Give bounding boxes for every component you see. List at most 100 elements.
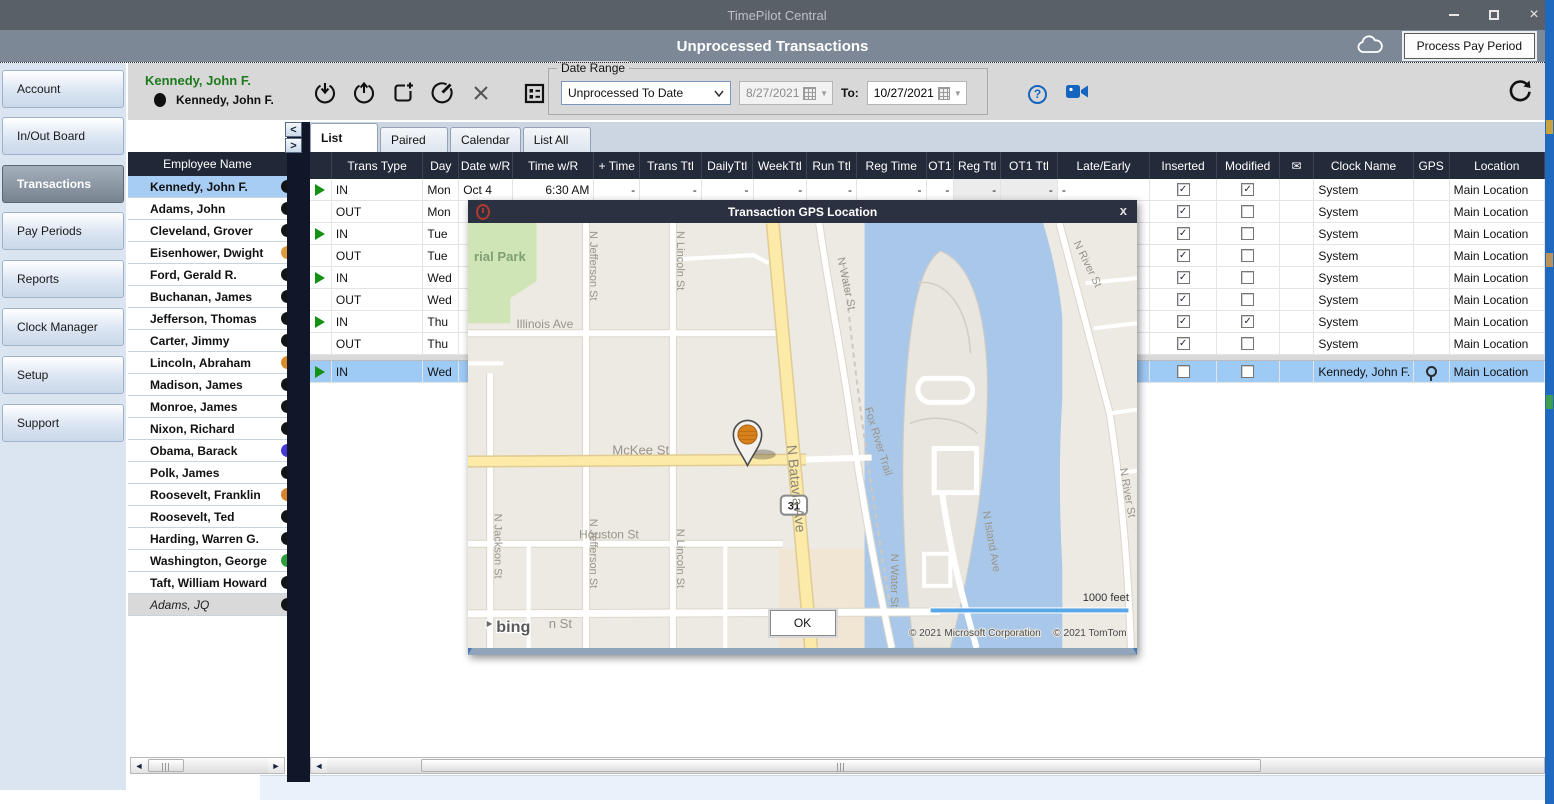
- column-header[interactable]: Reg Ttl: [954, 152, 1001, 179]
- date-to-field[interactable]: 10/27/2021 ▼: [867, 81, 967, 105]
- tab-list[interactable]: List: [310, 123, 378, 152]
- inserted-checkbox[interactable]: ✓: [1177, 249, 1190, 262]
- column-header[interactable]: Late/Early: [1058, 152, 1150, 179]
- employee-row[interactable]: Taft, William Howard: [128, 572, 287, 594]
- inserted-checkbox[interactable]: ✓: [1177, 271, 1190, 284]
- table-row[interactable]: INMonOct 46:30 AM----------✓✓SystemMain …: [310, 179, 1545, 201]
- column-header[interactable]: Trans Ttl: [640, 152, 702, 179]
- delete-transaction-icon[interactable]: [469, 81, 493, 105]
- tab-paired[interactable]: Paired: [380, 127, 448, 152]
- minimize-icon[interactable]: [1446, 7, 1462, 23]
- map[interactable]: 31 rial ParkIllinois AveMcKee StHouston …: [468, 223, 1137, 648]
- modified-checkbox[interactable]: [1241, 293, 1254, 306]
- modified-checkbox[interactable]: ✓: [1241, 183, 1254, 196]
- employee-row[interactable]: Ford, Gerald R.: [128, 264, 287, 286]
- column-header[interactable]: Location: [1450, 152, 1545, 179]
- maximize-icon[interactable]: [1486, 7, 1502, 23]
- column-header[interactable]: Day: [423, 152, 459, 179]
- add-transaction-icon[interactable]: [391, 81, 415, 105]
- sidebar-item-pay-periods[interactable]: Pay Periods: [2, 212, 124, 250]
- employee-list-scrollbar[interactable]: ◄ ►: [130, 757, 285, 774]
- employee-row[interactable]: Obama, Barack: [128, 440, 287, 462]
- inserted-checkbox[interactable]: ✓: [1177, 337, 1190, 350]
- tab-list-all[interactable]: List All: [523, 127, 591, 152]
- edit-transaction-icon[interactable]: [430, 81, 454, 105]
- modified-checkbox[interactable]: [1241, 205, 1254, 218]
- modified-checkbox[interactable]: ✓: [1241, 315, 1254, 328]
- column-header[interactable]: Modified: [1217, 152, 1280, 179]
- clock-in-icon[interactable]: [313, 81, 337, 105]
- column-header[interactable]: [310, 152, 332, 179]
- modified-checkbox[interactable]: [1241, 271, 1254, 284]
- employee-row[interactable]: Eisenhower, Dwight: [128, 242, 287, 264]
- column-header[interactable]: + Time: [594, 152, 640, 179]
- column-header[interactable]: Inserted: [1150, 152, 1217, 179]
- employee-row[interactable]: Carter, Jimmy: [128, 330, 287, 352]
- employee-row[interactable]: Roosevelt, Ted: [128, 506, 287, 528]
- help-icon[interactable]: ?: [1028, 85, 1047, 104]
- date-from-field[interactable]: 8/27/2021 ▼: [739, 81, 833, 105]
- sidebar-item-reports[interactable]: Reports: [2, 260, 124, 298]
- column-header[interactable]: OT1: [927, 152, 955, 179]
- transaction-details-icon[interactable]: [522, 81, 546, 105]
- employee-row[interactable]: Madison, James: [128, 374, 287, 396]
- table-scrollbar[interactable]: ◄: [310, 757, 1545, 774]
- column-header[interactable]: Reg Time: [857, 152, 927, 179]
- modified-checkbox[interactable]: [1241, 337, 1254, 350]
- inserted-checkbox[interactable]: ✓: [1177, 205, 1190, 218]
- employee-row[interactable]: Lincoln, Abraham: [128, 352, 287, 374]
- employee-row[interactable]: Jefferson, Thomas: [128, 308, 287, 330]
- employee-row[interactable]: Polk, James: [128, 462, 287, 484]
- cloud-icon[interactable]: [1355, 34, 1385, 63]
- sidebar-item-in-out-board[interactable]: In/Out Board: [2, 117, 124, 155]
- dialog-close-icon[interactable]: x: [1120, 203, 1127, 218]
- sidebar-item-support[interactable]: Support: [2, 404, 124, 442]
- modified-checkbox[interactable]: [1241, 227, 1254, 240]
- column-header[interactable]: DailyTtl: [702, 152, 754, 179]
- column-header[interactable]: Time w/R: [513, 152, 595, 179]
- refresh-icon[interactable]: [1507, 79, 1533, 110]
- column-header[interactable]: Run Ttl: [807, 152, 857, 179]
- column-header[interactable]: Clock Name: [1314, 152, 1413, 179]
- column-header-mail-icon[interactable]: ✉: [1280, 152, 1315, 179]
- sidebar-item-clock-manager[interactable]: Clock Manager: [2, 308, 124, 346]
- employee-row[interactable]: Cleveland, Grover: [128, 220, 287, 242]
- inserted-checkbox[interactable]: [1177, 365, 1190, 378]
- employee-row[interactable]: Roosevelt, Franklin: [128, 484, 287, 506]
- employee-row[interactable]: Nixon, Richard: [128, 418, 287, 440]
- clock-out-icon[interactable]: [352, 81, 376, 105]
- employee-row[interactable]: Harding, Warren G.: [128, 528, 287, 550]
- date-range-preset-select[interactable]: Unprocessed To Date: [561, 81, 731, 105]
- scroll-left-icon[interactable]: ◄: [131, 758, 147, 773]
- close-icon[interactable]: ×: [1526, 7, 1542, 23]
- video-camera-icon[interactable]: [1065, 83, 1089, 105]
- inserted-checkbox[interactable]: ✓: [1177, 227, 1190, 240]
- employee-row[interactable]: Washington, George: [128, 550, 287, 572]
- inserted-checkbox[interactable]: ✓: [1177, 315, 1190, 328]
- sidebar-item-account[interactable]: Account: [2, 70, 124, 108]
- modified-checkbox[interactable]: [1241, 365, 1254, 378]
- ok-button[interactable]: OK: [770, 610, 836, 636]
- scroll-right-icon[interactable]: ►: [268, 758, 284, 773]
- inserted-checkbox[interactable]: ✓: [1177, 183, 1190, 196]
- employee-row[interactable]: Adams, JQ: [128, 594, 287, 616]
- inserted-checkbox[interactable]: ✓: [1177, 293, 1190, 306]
- process-pay-period-button[interactable]: Process Pay Period: [1404, 33, 1535, 59]
- expand-right-icon[interactable]: >: [285, 138, 302, 153]
- collapse-left-icon[interactable]: <: [285, 122, 302, 137]
- column-header[interactable]: OT1 Ttl: [1001, 152, 1058, 179]
- employee-row[interactable]: Adams, John: [128, 198, 287, 220]
- employee-row[interactable]: Kennedy, John F.: [128, 176, 287, 198]
- employee-row[interactable]: Monroe, James: [128, 396, 287, 418]
- column-header[interactable]: Trans Type: [332, 152, 423, 179]
- sidebar-item-transactions[interactable]: Transactions: [2, 165, 124, 203]
- column-header[interactable]: WeekTtl: [753, 152, 807, 179]
- employee-row[interactable]: Buchanan, James: [128, 286, 287, 308]
- column-header[interactable]: Date w/R: [459, 152, 513, 179]
- column-header[interactable]: GPS: [1414, 152, 1450, 179]
- sidebar-item-setup[interactable]: Setup: [2, 356, 124, 394]
- gps-pin-icon[interactable]: [1426, 366, 1437, 377]
- scroll-left-icon[interactable]: ◄: [311, 758, 327, 773]
- modified-checkbox[interactable]: [1241, 249, 1254, 262]
- tab-calendar[interactable]: Calendar: [450, 127, 521, 152]
